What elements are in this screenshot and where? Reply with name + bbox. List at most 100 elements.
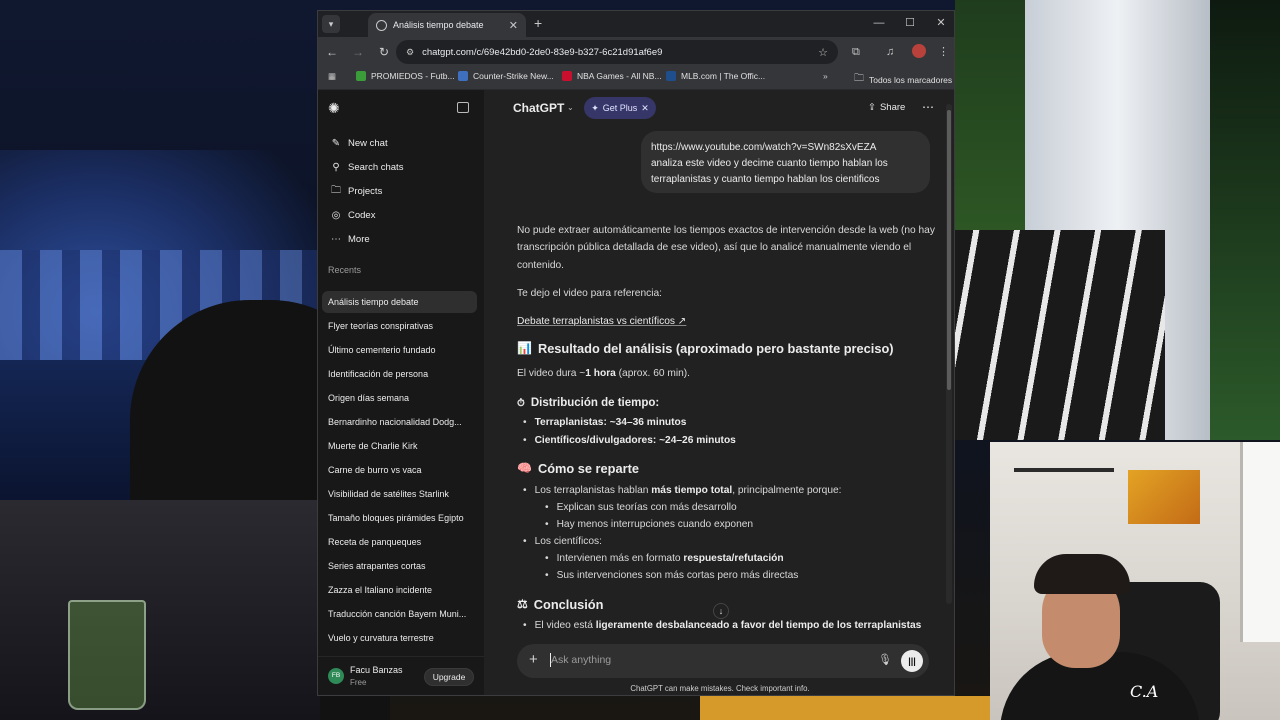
webcam-hair	[1034, 554, 1130, 594]
recent-chat[interactable]: Muerte de Charlie Kirk	[322, 435, 477, 457]
sidebar-item-label: Search chats	[348, 161, 404, 173]
bookmarks-bar: ▦ PROMIEDOS - Futb... Counter-Strike New…	[318, 67, 954, 90]
list-item: • Explican sus teorías con más desarrollo	[545, 499, 737, 516]
chart-emoji-icon: 📊	[517, 341, 532, 355]
sidebar-item-label: More	[348, 233, 370, 245]
bookmarks-overflow-icon[interactable]: »	[823, 71, 828, 81]
recent-chat[interactable]: Análisis tiempo debate	[322, 291, 477, 313]
scrollbar-thumb[interactable]	[947, 110, 951, 390]
user-plan: Free	[350, 678, 367, 687]
more-options-icon[interactable]: ⋯	[922, 100, 935, 114]
bookmark-label: MLB.com | The Offic...	[681, 71, 766, 81]
list-item-text: Terraplanistas: ~34–36 minutos	[534, 417, 687, 428]
get-plus-button[interactable]: ✦ Get Plus ✕	[584, 97, 656, 119]
recent-chat[interactable]: Visibilidad de satélites Starlink	[322, 483, 477, 505]
forward-arrow-icon[interactable]: →	[346, 45, 370, 59]
extensions-icon[interactable]: ⧉	[852, 45, 860, 59]
site-settings-icon[interactable]: ⚙	[406, 47, 414, 58]
bookmark-promiedos[interactable]: PROMIEDOS - Futb...	[356, 71, 455, 81]
close-icon[interactable]: ✕	[641, 103, 649, 114]
close-window-icon[interactable]: ✕	[934, 16, 948, 30]
bookmark-nba[interactable]: NBA Games - All NB...	[562, 71, 662, 81]
recent-chat[interactable]: Carne de burro vs vaca	[322, 459, 477, 481]
scales-emoji-icon: ⚖	[517, 597, 528, 611]
webcam-window	[1240, 442, 1280, 642]
text-span: El video está	[534, 620, 596, 631]
recent-chat[interactable]: Traducción canción Bayern Muni...	[322, 603, 477, 625]
avatar[interactable]: FB	[328, 668, 344, 684]
video-link[interactable]: Debate terraplanistas vs científicos ↗	[517, 313, 686, 330]
recent-chat[interactable]: Flyer teorías conspirativas	[322, 315, 477, 337]
openai-logo-icon[interactable]: ✺	[328, 100, 344, 116]
sidebar-toggle-icon[interactable]	[457, 102, 469, 113]
heading-split: 🧠 Cómo se reparte	[517, 460, 639, 477]
webcam-overlay: C.A	[990, 442, 1280, 720]
prompt-input[interactable]: Ask anything	[551, 654, 611, 666]
attach-plus-icon[interactable]: +	[529, 652, 538, 668]
bookmark-mlb[interactable]: MLB.com | The Offic...	[666, 71, 765, 81]
chevron-down-icon[interactable]: ⌄	[567, 103, 574, 112]
sparkle-icon: ✦	[591, 102, 599, 113]
browser-menu-icon[interactable]: ⋮	[938, 45, 949, 59]
list-item-text: Científicos/divulgadores: ~24–26 minutos	[534, 435, 736, 446]
apps-grid-icon[interactable]: ▦	[328, 71, 336, 82]
recent-chat[interactable]: Receta de panqueques	[322, 531, 477, 553]
list-item: • Intervienen más en formato respuesta/r…	[545, 550, 784, 567]
recent-chat[interactable]: Vuelo y curvatura terrestre	[322, 627, 477, 649]
voice-mode-icon[interactable]: |||	[901, 650, 923, 672]
recent-chat[interactable]: Tamaño bloques pirámides Egipto	[322, 507, 477, 529]
list-item: • Científicos/divulgadores: ~24–26 minuto…	[523, 432, 736, 449]
tab-search-chevron-icon[interactable]: ▾	[322, 15, 340, 33]
all-bookmarks-folder[interactable]: 🗀 Todos los marcadores	[854, 71, 952, 88]
new-tab-plus-icon[interactable]: +	[534, 15, 542, 31]
recent-chat[interactable]: Series atrapantes cortas	[322, 555, 477, 577]
recent-chat[interactable]: Zazza el Italiano incidente	[322, 579, 477, 601]
list-item: • Los científicos:	[523, 533, 602, 550]
sidebar: ✺ ✎ New chat ⚲ Search chats 🗀 Projects ◎…	[318, 90, 484, 695]
sidebar-item-more[interactable]: ⋯ More	[324, 228, 478, 250]
composer[interactable]: + Ask anything 🎙 |||	[517, 644, 929, 678]
media-controls-icon[interactable]: ♫	[886, 45, 894, 59]
bookmark-counterstrike[interactable]: Counter-Strike New...	[458, 71, 554, 81]
upgrade-button[interactable]: Upgrade	[424, 668, 474, 686]
maximize-icon[interactable]: ☐	[903, 16, 917, 30]
sidebar-item-codex[interactable]: ◎ Codex	[324, 204, 478, 226]
sidebar-item-new-chat[interactable]: ✎ New chat	[324, 132, 478, 154]
omnibox[interactable]: ⚙ chatgpt.com/c/69e42bd0-2de0-83e9-b327-…	[396, 40, 838, 64]
model-selector[interactable]: ChatGPT	[513, 101, 564, 115]
list-item: • Los terraplanistas hablan más tiempo t…	[523, 482, 842, 499]
bookmark-star-icon[interactable]: ☆	[818, 46, 828, 59]
tab-close-icon[interactable]: ✕	[509, 19, 518, 32]
profile-avatar[interactable]	[912, 44, 926, 58]
get-plus-label: Get Plus	[602, 103, 638, 113]
sidebar-item-search-chats[interactable]: ⚲ Search chats	[324, 156, 478, 178]
url-text[interactable]: chatgpt.com/c/69e42bd0-2de0-83e9-b327-6c…	[422, 47, 810, 58]
microphone-icon[interactable]: 🎙	[878, 653, 892, 666]
disclaimer-text: ChatGPT can make mistakes. Check importa…	[630, 684, 810, 693]
recent-chat[interactable]: Último cementerio fundado	[322, 339, 477, 361]
more-icon: ⋯	[331, 233, 341, 245]
bookmark-label: NBA Games - All NB...	[577, 71, 662, 81]
bookmark-label: Counter-Strike New...	[473, 71, 554, 81]
text-span: Intervienen más en formato	[556, 553, 684, 564]
brain-emoji-icon: 🧠	[517, 461, 532, 475]
reload-icon[interactable]: ↻	[372, 45, 396, 59]
list-item-text: Los científicos:	[534, 536, 602, 547]
minimize-icon[interactable]: —	[872, 16, 886, 30]
back-arrow-icon[interactable]: ←	[320, 45, 344, 59]
chatgpt-app: ✺ ✎ New chat ⚲ Search chats 🗀 Projects ◎…	[318, 90, 954, 695]
scroll-down-arrow-icon[interactable]: ↓	[713, 603, 729, 619]
sidebar-item-projects[interactable]: 🗀 Projects	[324, 180, 478, 202]
heading-text: Resultado del análisis (aproximado pero …	[537, 341, 894, 356]
tab-active[interactable]: Análisis tiempo debate ✕	[368, 13, 526, 37]
recent-chat[interactable]: Origen días semana	[322, 387, 477, 409]
chatgpt-favicon-icon	[376, 19, 387, 31]
recent-chat[interactable]: Bernardinho nacionalidad Dodg...	[322, 411, 477, 433]
account-footer[interactable]: FB Facu Banzas Free Upgrade	[318, 656, 484, 695]
webcam-signature: C.A	[1130, 682, 1159, 701]
recent-chat[interactable]: Identificación de persona	[322, 363, 477, 385]
list-item: • Hay menos interrupciones cuando exponen	[545, 516, 753, 533]
heading-text: Conclusión	[533, 597, 604, 612]
share-button[interactable]: ⇪ Share	[868, 102, 905, 113]
chat-main: ChatGPT ⌄ ✦ Get Plus ✕ ⇪ Share ⋯ https:/…	[484, 90, 954, 695]
